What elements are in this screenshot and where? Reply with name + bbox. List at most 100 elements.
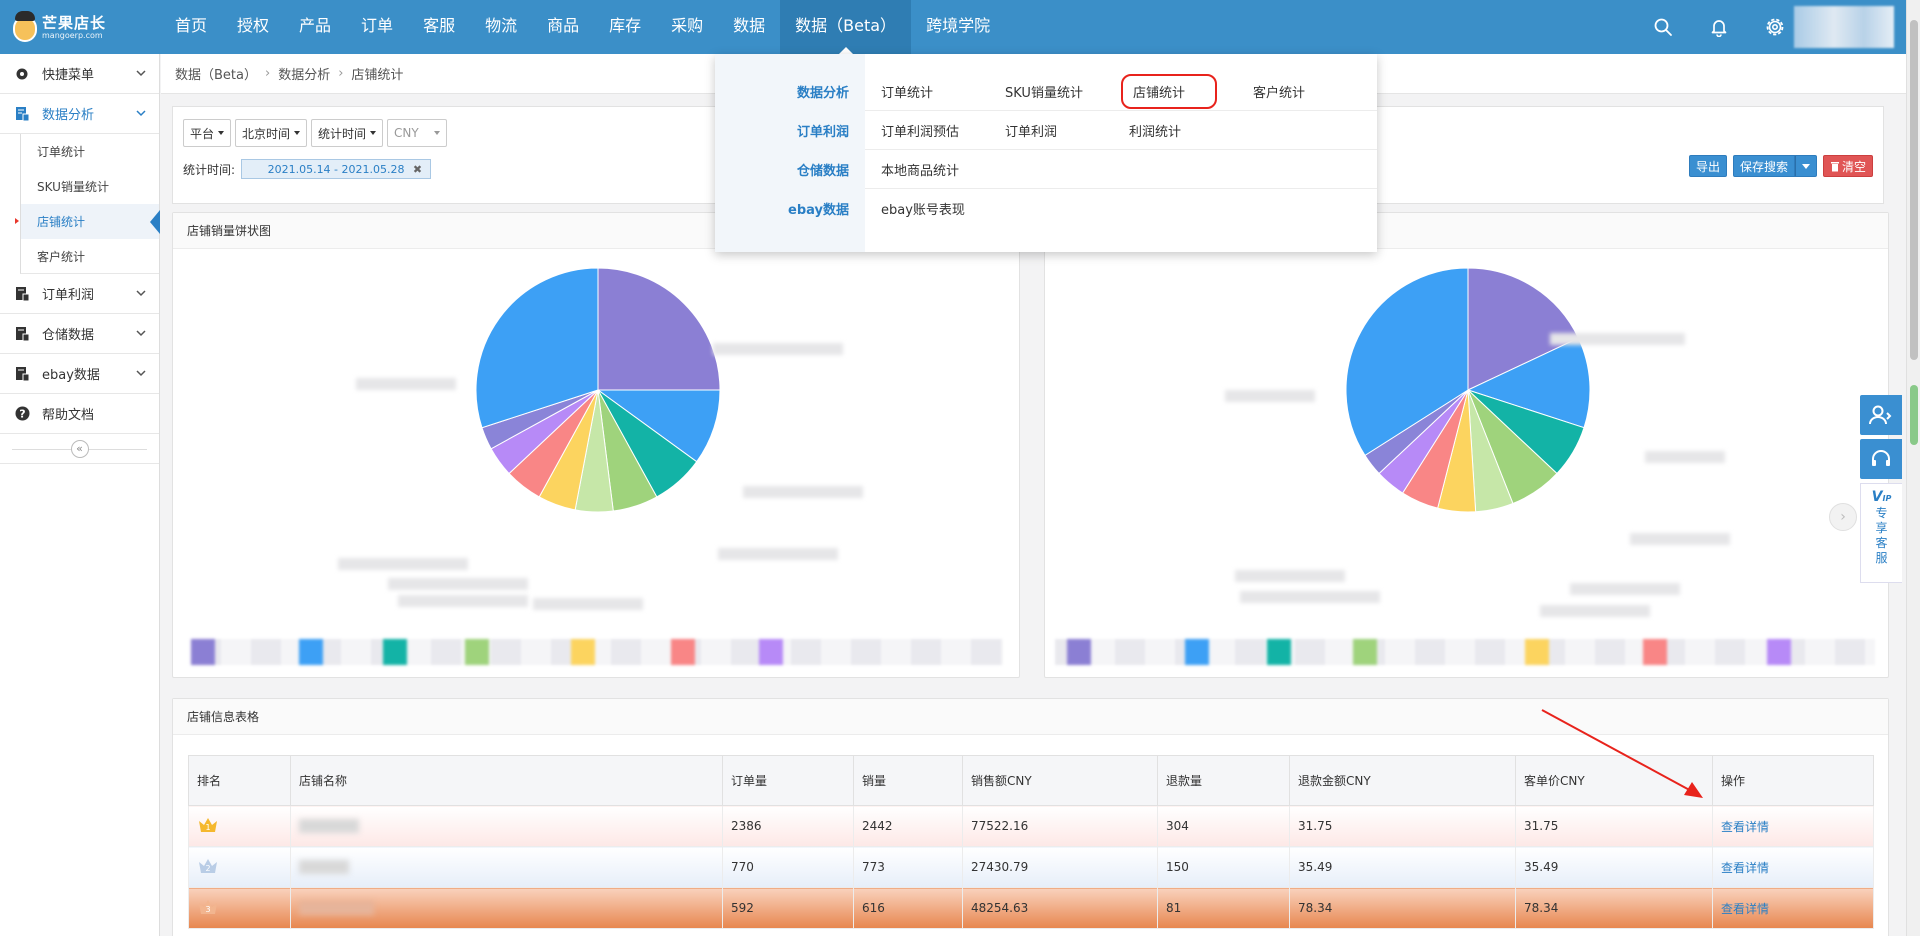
sales-amount: 77522.16 — [962, 805, 1158, 847]
currency-select[interactable]: CNY — [387, 119, 448, 147]
save-search-dropdown-button[interactable] — [1794, 155, 1817, 177]
chevron-down-icon — [136, 370, 146, 377]
sidebar-group-label: 订单利润 — [42, 288, 95, 303]
nav-logistics[interactable]: 物流 — [470, 0, 532, 54]
menu-item-ebay-account[interactable]: ebay账号表现 — [881, 199, 1005, 218]
menu-item-store-stats[interactable]: 店铺统计 — [1121, 73, 1217, 109]
sidebar-group-data-analysis[interactable]: 数据分析 — [0, 94, 159, 134]
clear-button[interactable]: 清空 — [1822, 155, 1873, 177]
vip-icon: VIP — [1871, 489, 1892, 505]
sidebar-item-store-stats[interactable]: 店铺统计 — [15, 204, 160, 239]
pie-chart-card-right — [1044, 212, 1889, 678]
breadcrumb-item: 店铺统计 — [351, 68, 404, 83]
sidebar-group-label: 仓储数据 — [42, 328, 95, 343]
date-label: 统计时间: — [183, 162, 236, 177]
menu-item-profit-estimate[interactable]: 订单利润预估 — [881, 121, 1005, 140]
avg-order-value: 31.75 — [1515, 805, 1713, 847]
sidebar: 快捷菜单 数据分析 订单统计 SKU销量统计 店铺统计 客户统计 订单利润 仓储… — [0, 54, 160, 936]
table-header: 退款量 — [1157, 755, 1290, 806]
table-header: 退款金额CNY — [1289, 755, 1516, 806]
nav-products[interactable]: 产品 — [284, 0, 346, 54]
gold-crown-icon: 1 — [197, 815, 219, 835]
chevron-down-icon — [136, 70, 146, 77]
view-details-link[interactable]: 查看详情 — [1721, 820, 1769, 834]
sidebar-item-customer-stats[interactable]: 客户统计 — [20, 239, 159, 274]
headset-icon[interactable] — [1860, 439, 1902, 479]
nav-purchase[interactable]: 采购 — [656, 0, 718, 54]
trash-icon — [1830, 161, 1839, 171]
table-header: 客单价CNY — [1515, 755, 1713, 806]
brand-domain: mangoerp.com — [42, 30, 103, 40]
export-button[interactable]: 导出 — [1688, 155, 1727, 177]
caret-down-icon — [1801, 163, 1810, 169]
mango-logo-icon — [12, 11, 38, 43]
caret-down-icon — [370, 131, 377, 135]
collapse-sidebar-icon[interactable]: « — [70, 439, 89, 458]
sidebar-group-order-profit[interactable]: 订单利润 — [0, 274, 159, 314]
sales-count: 773 — [853, 846, 963, 888]
pie-chart-left — [475, 267, 721, 513]
gear-icon[interactable] — [1760, 12, 1790, 42]
store-name — [299, 901, 374, 916]
sales-amount: 48254.63 — [962, 887, 1158, 929]
nav-home[interactable]: 首页 — [160, 0, 222, 54]
nav-data-beta[interactable]: 数据（Beta） — [780, 0, 912, 54]
table-header: 操作 — [1712, 755, 1874, 806]
menu-item-profit-stats[interactable]: 利润统计 — [1129, 121, 1253, 140]
nav-auth[interactable]: 授权 — [222, 0, 284, 54]
chevron-right-icon[interactable]: › — [1829, 503, 1857, 531]
search-icon[interactable] — [1648, 12, 1678, 42]
chart-legend[interactable] — [1055, 639, 1875, 665]
view-details-link[interactable]: 查看详情 — [1721, 861, 1769, 875]
doc-icon — [14, 366, 30, 382]
nav-academy[interactable]: 跨境学院 — [911, 0, 1005, 54]
store-name — [299, 860, 349, 875]
platform-select[interactable]: 平台 — [183, 119, 232, 147]
bronze-crown-icon: 3 — [197, 897, 219, 917]
date-range-tag[interactable]: 2021.05.14 - 2021.05.28 ✖ — [241, 159, 432, 179]
save-search-button[interactable]: 保存搜索 — [1732, 155, 1795, 177]
sales-count: 2442 — [853, 805, 963, 847]
refund-amount: 35.49 — [1289, 846, 1516, 888]
sidebar-group-help[interactable]: ? 帮助文档 — [0, 394, 159, 434]
view-details-link[interactable]: 查看详情 — [1721, 902, 1769, 916]
menu-item-sku-stats[interactable]: SKU销量统计 — [1005, 82, 1129, 101]
main-nav: 首页 授权 产品 订单 客服 物流 商品 库存 采购 数据 数据（Beta） 跨… — [160, 0, 1005, 54]
brand-logo[interactable]: 芒果店长 mangoerp.com — [0, 0, 160, 54]
sidebar-group-warehouse[interactable]: 仓储数据 — [0, 314, 159, 354]
chevron-right-icon: › — [338, 66, 344, 81]
timezone-select[interactable]: 北京时间 — [235, 119, 308, 147]
nav-service[interactable]: 客服 — [408, 0, 470, 54]
user-avatar[interactable] — [1794, 6, 1894, 48]
bell-icon[interactable] — [1704, 12, 1734, 42]
chart-legend[interactable] — [191, 639, 1003, 665]
caret-down-icon — [218, 131, 225, 135]
breadcrumb-item[interactable]: 数据分析 — [278, 64, 330, 83]
close-icon[interactable]: ✖ — [413, 163, 422, 176]
nav-inventory[interactable]: 库存 — [594, 0, 656, 54]
sidebar-item-order-stats[interactable]: 订单统计 — [20, 134, 159, 169]
vip-service-button[interactable]: VIP 专 享 客 服 — [1860, 483, 1902, 583]
nav-data[interactable]: 数据 — [718, 0, 780, 54]
menu-item-order-stats[interactable]: 订单统计 — [881, 82, 1005, 101]
page-scrollbar[interactable] — [1906, 0, 1920, 936]
sidebar-group-ebay[interactable]: ebay数据 — [0, 354, 159, 394]
nav-orders[interactable]: 订单 — [346, 0, 408, 54]
doc-icon — [14, 286, 30, 302]
contact-person-icon[interactable] — [1860, 395, 1902, 435]
menu-item-customer-stats[interactable]: 客户统计 — [1253, 82, 1377, 101]
sidebar-group-label: ebay数据 — [42, 368, 100, 383]
sidebar-group-shortcut[interactable]: 快捷菜单 — [0, 54, 159, 94]
nav-goods[interactable]: 商品 — [532, 0, 594, 54]
sales-amount: 27430.79 — [962, 846, 1158, 888]
breadcrumb-item[interactable]: 数据（Beta） — [175, 64, 257, 83]
svg-text:2: 2 — [205, 864, 210, 873]
menu-item-local-goods-stats[interactable]: 本地商品统计 — [881, 160, 1005, 179]
scrollbar-thumb[interactable] — [1910, 20, 1918, 360]
time-type-select[interactable]: 统计时间 — [311, 119, 384, 147]
top-navbar: 芒果店长 mangoerp.com 首页 授权 产品 订单 客服 物流 商品 库… — [0, 0, 1920, 54]
menu-item-order-profit[interactable]: 订单利润 — [1005, 121, 1129, 140]
sidebar-item-sku-stats[interactable]: SKU销量统计 — [20, 169, 159, 204]
pie-slice[interactable] — [597, 267, 721, 391]
gear-icon — [14, 66, 30, 82]
